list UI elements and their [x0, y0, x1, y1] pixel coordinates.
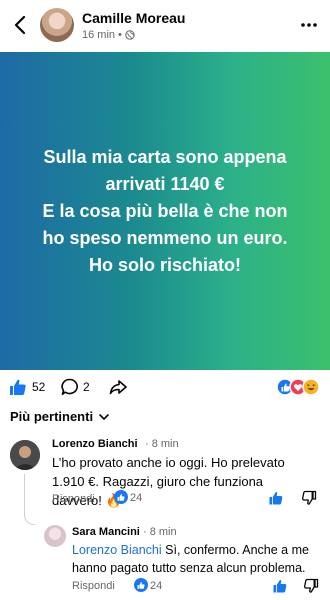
comment-like-count: 24: [130, 492, 143, 504]
reaction-summary-icons[interactable]: [276, 378, 320, 396]
sort-label: Più pertinenti: [10, 409, 94, 424]
back-arrow-icon[interactable]: [10, 14, 32, 36]
commenter-avatar[interactable]: [10, 440, 40, 470]
thumbs-up-icon[interactable]: [268, 490, 284, 506]
like-reaction-icon[interactable]: [134, 578, 148, 592]
comment-sort-dropdown[interactable]: Più pertinenti: [10, 409, 109, 424]
reply-button[interactable]: Rispondi: [72, 580, 115, 592]
post-banner[interactable]: Sulla mia carta sono appena arrivati 114…: [0, 52, 330, 370]
globe-icon: [125, 30, 135, 40]
reply-like-count: 24: [150, 580, 163, 592]
thread-connector: [24, 474, 35, 525]
reply-author[interactable]: Sara Mancini: [72, 526, 140, 538]
comment-author[interactable]: Lorenzo Bianchi: [52, 438, 138, 450]
mention-link[interactable]: Lorenzo Bianchi: [72, 543, 162, 557]
comment-count[interactable]: 2: [83, 380, 90, 394]
post-time: 16 min: [82, 29, 116, 41]
post-text: Sulla mia carta sono appena arrivati 114…: [42, 146, 288, 275]
comment-time: · 8 min: [145, 438, 179, 450]
more-options-icon[interactable]: [298, 14, 320, 36]
like-count[interactable]: 52: [32, 380, 45, 394]
comment-icon[interactable]: [60, 377, 80, 397]
author-avatar[interactable]: [40, 8, 74, 42]
reply-text: Lorenzo Bianchi Sì, confermo. Anche a me…: [72, 541, 322, 577]
reply-avatar[interactable]: [44, 525, 66, 547]
haha-reaction-icon: [302, 378, 320, 396]
person-avatar-icon: [10, 440, 40, 470]
share-icon[interactable]: [108, 377, 128, 397]
meta-separator: •: [118, 29, 122, 41]
reply-time: · 8 min: [143, 526, 177, 538]
reply-button[interactable]: Rispondi: [52, 493, 95, 505]
thumbs-down-icon[interactable]: [303, 578, 319, 594]
post-meta: 16 min •: [82, 29, 135, 41]
thumbs-up-icon[interactable]: [272, 578, 288, 594]
like-thumb-icon[interactable]: [8, 377, 28, 397]
like-reaction-icon[interactable]: [114, 490, 128, 504]
reactions-row: 52 2: [0, 374, 330, 400]
chevron-down-icon: [99, 413, 109, 420]
author-name[interactable]: Camille Moreau: [82, 10, 185, 26]
thumbs-down-icon[interactable]: [301, 490, 317, 506]
